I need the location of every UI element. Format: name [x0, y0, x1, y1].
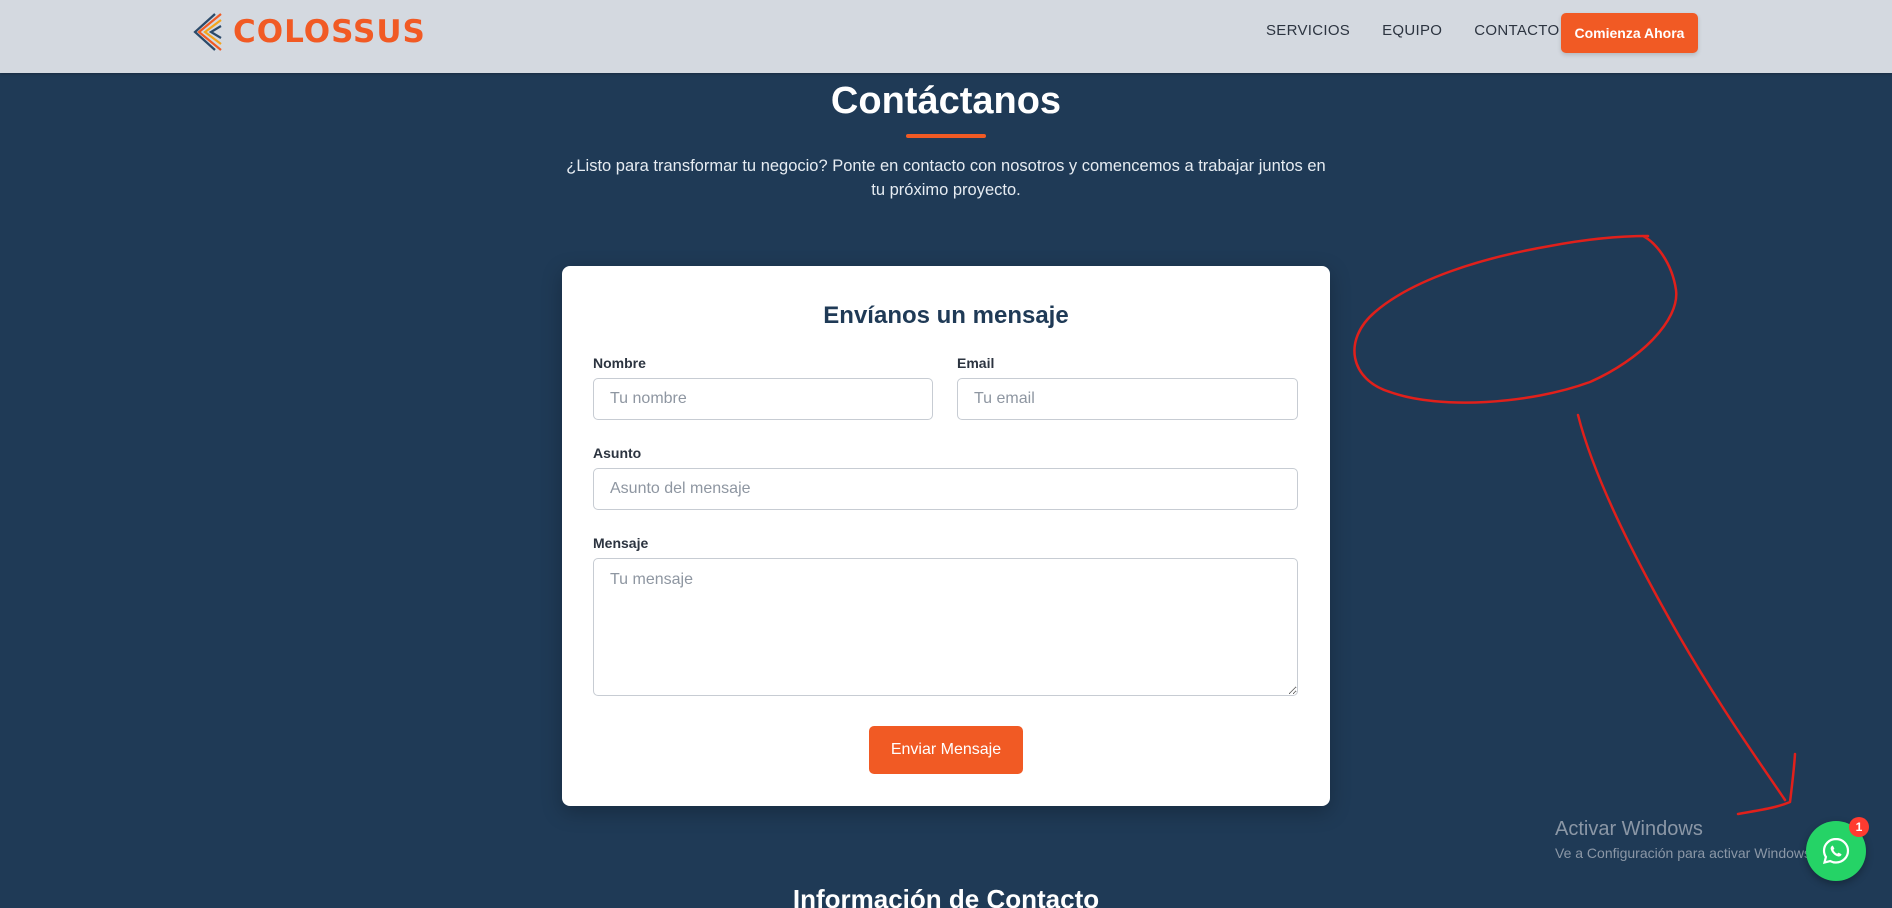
email-label: Email [957, 355, 995, 371]
nav-link-contacto[interactable]: CONTACTO [1474, 22, 1559, 39]
intro-text: ¿Listo para transformar tu negocio? Pont… [566, 157, 1326, 199]
watermark-subtitle: Ve a Configuración para activar Windows. [1555, 845, 1815, 861]
cta-button[interactable]: Comienza Ahora [1561, 13, 1698, 53]
name-input[interactable] [593, 378, 933, 420]
title-underline [906, 134, 986, 138]
subject-label: Asunto [593, 445, 642, 461]
contact-info-heading: Información de Contacto [792, 884, 1100, 908]
message-label: Mensaje [593, 535, 649, 551]
watermark-title: Activar Windows [1555, 818, 1703, 840]
main-nav: SERVICIOS EQUIPO CONTACTO [1266, 22, 1591, 39]
form-title: Envíanos un mensaje [823, 302, 1069, 329]
notification-badge: 1 [1849, 817, 1869, 837]
annotation-circle [1353, 234, 1678, 404]
submit-button[interactable]: Enviar Mensaje [869, 726, 1023, 774]
email-input[interactable] [957, 378, 1298, 420]
message-textarea[interactable] [593, 558, 1298, 696]
subject-input[interactable] [593, 468, 1298, 510]
contact-form-card: Envíanos un mensaje Nombre Email Asunto … [562, 266, 1330, 806]
logo[interactable]: COLOSSUS [193, 10, 426, 54]
logo-text: COLOSSUS [233, 14, 426, 50]
whatsapp-icon [1822, 837, 1850, 864]
logo-chevron-icon [193, 13, 222, 51]
annotation-arrowhead [1736, 752, 1797, 816]
annotation-arrow [1576, 413, 1787, 802]
windows-activation-watermark: Activar Windows Ve a Configuración para … [1555, 818, 1815, 861]
page-title: Contáctanos [830, 80, 1062, 122]
nav-link-servicios[interactable]: SERVICIOS [1266, 22, 1350, 39]
name-label: Nombre [593, 355, 646, 371]
site-header: COLOSSUS SERVICIOS EQUIPO CONTACTO Comie… [0, 0, 1892, 73]
nav-link-equipo[interactable]: EQUIPO [1382, 22, 1442, 39]
